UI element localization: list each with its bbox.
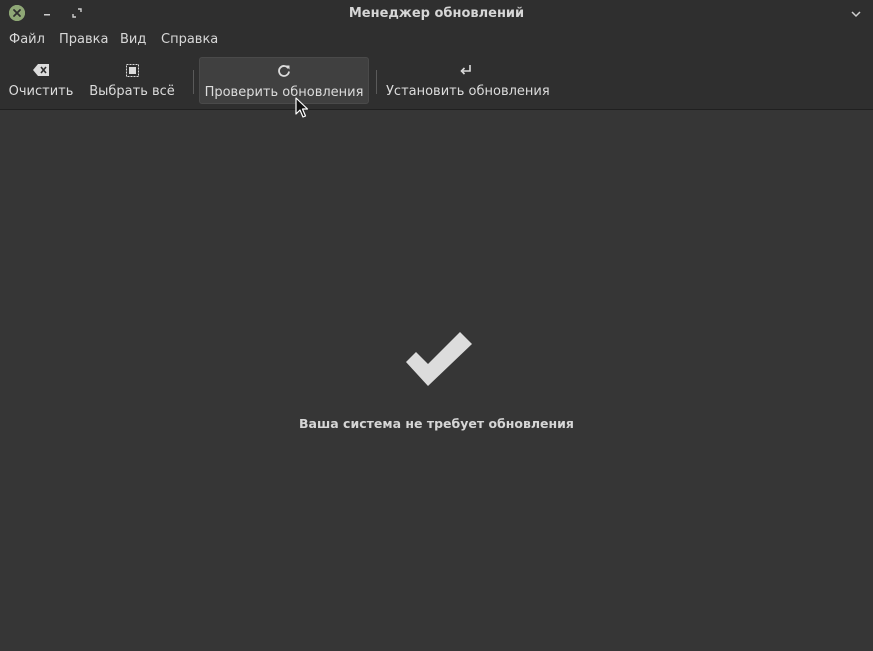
toolbar: Очистить Выбрать всё Проверить обновлени… (0, 52, 873, 110)
check-updates-label: Проверить обновления (204, 85, 364, 100)
title-bar: Менеджер обновлений (0, 0, 873, 28)
menu-view[interactable]: Вид (120, 32, 146, 47)
install-updates-label: Установить обновления (386, 84, 550, 99)
mouse-cursor-icon (295, 97, 309, 118)
main-content: Ваша система не требует обновления (0, 110, 873, 651)
status-message: Ваша система не требует обновления (299, 416, 574, 431)
toolbar-separator (193, 70, 194, 94)
chevron-down-icon (851, 11, 861, 18)
select-all-button[interactable]: Выбрать всё (88, 57, 176, 104)
select-all-icon (125, 63, 139, 77)
checkmark-icon (406, 332, 472, 386)
backspace-icon (33, 64, 49, 76)
refresh-icon (278, 65, 290, 77)
menu-help[interactable]: Справка (161, 32, 218, 47)
toolbar-separator (376, 70, 377, 94)
clear-button[interactable]: Очистить (6, 57, 76, 104)
update-manager-window: Менеджер обновлений Файл Правка Вид Спра… (0, 0, 873, 651)
clear-label: Очистить (8, 84, 74, 99)
menu-bar: Файл Правка Вид Справка (0, 28, 873, 52)
menu-file[interactable]: Файл (9, 32, 45, 47)
enter-arrow-icon (460, 65, 471, 75)
window-menu-button[interactable] (848, 6, 864, 22)
window-title: Менеджер обновлений (348, 6, 525, 21)
install-updates-button[interactable]: Установить обновления (386, 57, 550, 104)
check-updates-button[interactable]: Проверить обновления (199, 57, 369, 104)
menu-edit[interactable]: Правка (59, 32, 108, 47)
select-all-label: Выбрать всё (89, 84, 175, 99)
